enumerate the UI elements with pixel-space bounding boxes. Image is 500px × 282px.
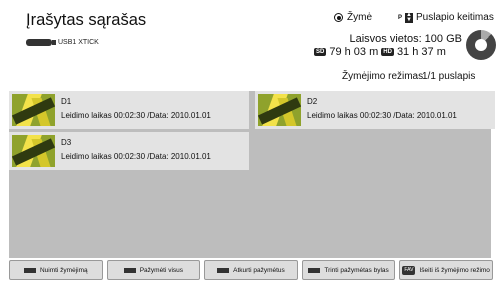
- device-name: USB1 XTICK: [58, 39, 99, 46]
- page-arrow-icon: ▲ ▼: [405, 11, 414, 23]
- page-switch[interactable]: P ▲ ▼ Puslapio keitimas: [398, 11, 494, 24]
- sd-badge: SD: [314, 48, 327, 56]
- device-label: USB1 XTICK: [26, 39, 99, 46]
- radio-icon: [334, 13, 343, 22]
- thumbnail-image: [12, 135, 55, 167]
- recording-info: Leidimo laikas 00:02:30 /Data: 2010.01.0…: [61, 111, 211, 120]
- button-label: Išeiti iš žymėjimo režimo: [419, 266, 490, 274]
- free-space: Laisvos vietos: 100 GB: [349, 33, 462, 45]
- recording-item[interactable]: D1 Leidimo laikas 00:02:30 /Data: 2010.0…: [9, 91, 249, 129]
- mark-all-button[interactable]: Pažymėti visus: [106, 260, 201, 280]
- recording-item[interactable]: D3 Leidimo laikas 00:02:30 /Data: 2010.0…: [9, 132, 249, 170]
- button-label: Trinti pažymėtas bylas: [324, 266, 389, 274]
- exit-mark-mode-button[interactable]: FAV Išeiti iš žymėjimo režimo: [399, 260, 493, 280]
- page-switch-label: Puslapio keitimas: [416, 12, 494, 23]
- page-info: 1/1 puslapis: [422, 71, 476, 82]
- color-key-icon: [123, 267, 136, 273]
- page-key: P: [398, 14, 403, 21]
- thumbnail-image: [12, 94, 55, 126]
- sd-time: 79 h 03 m: [329, 46, 379, 58]
- thumbnail-image: [258, 94, 301, 126]
- storage-pie-icon: [466, 30, 496, 60]
- recording-info: Leidimo laikas 00:02:30 /Data: 2010.01.0…: [61, 152, 211, 161]
- recording-info: Leidimo laikas 00:02:30 /Data: 2010.01.0…: [307, 111, 457, 120]
- hd-time: 31 h 37 m: [396, 46, 446, 58]
- recording-name: D3: [61, 138, 72, 147]
- play-marked-button[interactable]: Atkurti pažymėtus: [204, 260, 298, 280]
- usb-icon: [26, 39, 56, 46]
- recording-grid: D1 Leidimo laikas 00:02:30 /Data: 2010.0…: [9, 91, 495, 258]
- button-label: Pažymėti visus: [139, 266, 184, 274]
- button-label: Nuimti žymėjimą: [39, 266, 88, 274]
- remaining-times: SD 79 h 03 m HD 31 h 37 m: [314, 46, 446, 58]
- mode-label: Žymė: [347, 12, 372, 23]
- mode-indicator[interactable]: Žymė: [334, 12, 372, 23]
- color-key-icon: [308, 267, 321, 273]
- hd-badge: HD: [381, 48, 394, 56]
- selection-mode: Žymėjimo režimas: [342, 71, 424, 82]
- color-key-icon: [23, 267, 36, 273]
- delete-marked-button[interactable]: Trinti pažymėtas bylas: [301, 260, 396, 280]
- recording-name: D1: [61, 97, 72, 106]
- unmark-button[interactable]: Nuimti žymėjimą: [9, 260, 103, 280]
- button-bar: Nuimti žymėjimą Pažymėti visus Atkurti p…: [9, 260, 493, 280]
- recorded-list-screen: Įrašytas sąrašas USB1 XTICK Žymė P ▲ ▼ Pu…: [0, 0, 500, 282]
- button-label: Atkurti pažymėtus: [233, 266, 285, 274]
- recording-name: D2: [307, 97, 318, 106]
- page-title: Įrašytas sąrašas: [26, 11, 147, 29]
- recording-item[interactable]: D2 Leidimo laikas 00:02:30 /Data: 2010.0…: [255, 91, 495, 129]
- fav-badge: FAV: [402, 265, 416, 275]
- color-key-icon: [217, 267, 230, 273]
- header: Įrašytas sąrašas USB1 XTICK Žymė P ▲ ▼ Pu…: [0, 0, 500, 88]
